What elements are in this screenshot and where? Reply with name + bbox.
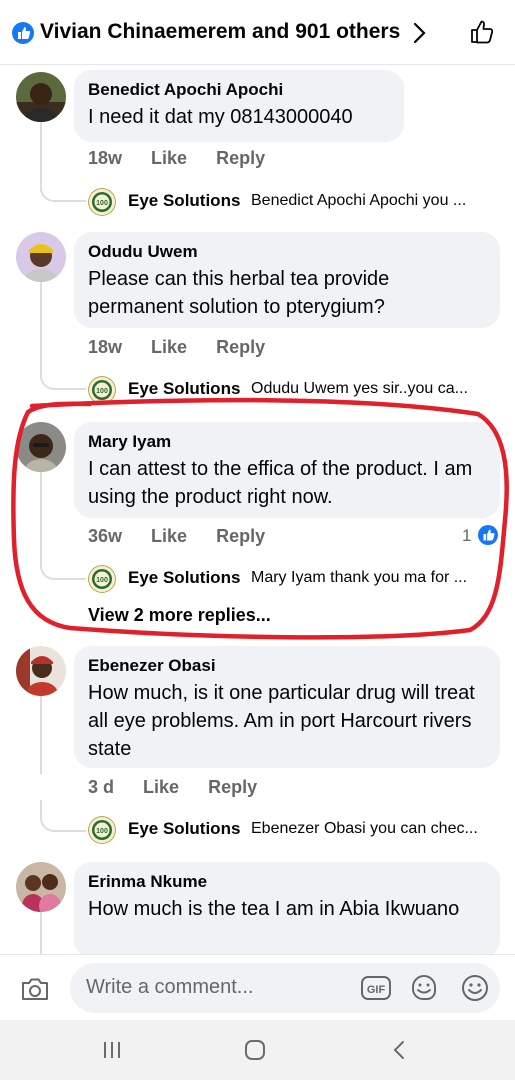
gif-icon[interactable]: GIF: [360, 973, 392, 1003]
eye-solutions-logo: 100: [88, 188, 116, 216]
comment-text: Please can this herbal tea provide perma…: [88, 268, 390, 318]
reply-author[interactable]: Eye Solutions: [128, 568, 240, 588]
comment-time: 3 d: [88, 777, 115, 797]
reply-preview[interactable]: 100 Eye Solutions Benedict Apochi Apochi…: [88, 188, 498, 216]
like-button[interactable]: Like: [151, 337, 187, 357]
avatar-photo: [16, 72, 66, 122]
reply-preview[interactable]: 100 Eye Solutions Odudu Uwem yes sir..yo…: [88, 376, 498, 404]
comment-composer: Write a comment... GIF: [0, 954, 515, 1021]
like-button[interactable]: Like: [143, 777, 179, 797]
comment-time: 18w: [88, 337, 123, 357]
reply-button[interactable]: Reply: [216, 148, 265, 168]
comment-author[interactable]: Mary Iyam: [88, 432, 486, 452]
comment-time: 18w: [88, 148, 123, 168]
thread-line: [40, 472, 42, 552]
comment-time: 36w: [88, 526, 123, 546]
avatar-photo: [16, 422, 66, 472]
recent-apps-icon[interactable]: [100, 1038, 124, 1062]
svg-text:100: 100: [96, 828, 108, 835]
comment-actions: 18w Like Reply: [88, 148, 289, 169]
reply-connector: [40, 170, 86, 202]
comment-placeholder: Write a comment...: [86, 976, 254, 998]
reactions-header[interactable]: Vivian Chinaemerem and 901 others: [0, 0, 515, 65]
svg-text:GIF: GIF: [367, 984, 386, 996]
reply-button[interactable]: Reply: [216, 526, 265, 546]
avatar[interactable]: [16, 862, 66, 912]
like-button[interactable]: Like: [151, 526, 187, 546]
comment-text: I can attest to the effica of the produc…: [88, 458, 473, 508]
back-icon[interactable]: [388, 1038, 412, 1062]
comment-actions: 18w Like Reply: [88, 337, 289, 358]
comment-actions: 3 d Like Reply: [88, 777, 281, 798]
reply-snippet: Mary Iyam thank you ma for ...: [251, 569, 468, 586]
avatar[interactable]: [16, 422, 66, 472]
home-icon[interactable]: [243, 1038, 267, 1062]
reply-button[interactable]: Reply: [216, 337, 265, 357]
reply-connector: [40, 358, 86, 390]
reply-connector: [40, 800, 86, 832]
comment-input[interactable]: Write a comment... GIF: [70, 963, 500, 1013]
thread-line: [40, 282, 42, 362]
avatar-photo: [16, 232, 66, 282]
reply-connector: [40, 548, 86, 580]
avatar-photo: [16, 646, 66, 696]
comment-bubble[interactable]: Odudu Uwem Please can this herbal tea pr…: [74, 232, 500, 328]
reactors-summary[interactable]: Vivian Chinaemerem and 901 others: [40, 20, 400, 44]
reply-preview[interactable]: 100 Eye Solutions Mary Iyam thank you ma…: [88, 565, 498, 593]
thread-line: [40, 912, 42, 956]
svg-text:100: 100: [96, 388, 108, 395]
reply-author[interactable]: Eye Solutions: [128, 379, 240, 399]
eye-solutions-logo: 100: [88, 565, 116, 593]
reply-preview[interactable]: 100 Eye Solutions Ebenezer Obasi you can…: [88, 816, 498, 844]
eye-solutions-logo: 100: [88, 376, 116, 404]
comment-actions: 36w Like Reply: [88, 526, 289, 547]
system-navigation-bar: [0, 1020, 515, 1080]
comment-author[interactable]: Erinma Nkume: [88, 872, 486, 892]
comment-author[interactable]: Ebenezer Obasi: [88, 656, 486, 676]
comment-text: How much is the tea I am in Abia Ikwuano: [88, 898, 460, 920]
sticker-icon[interactable]: [409, 973, 439, 1003]
reply-author[interactable]: Eye Solutions: [128, 191, 240, 211]
view-more-replies-link[interactable]: View 2 more replies...: [88, 605, 271, 626]
avatar[interactable]: [16, 72, 66, 122]
svg-text:100: 100: [96, 577, 108, 584]
reply-snippet: Odudu Uwem yes sir..you ca...: [251, 380, 468, 397]
avatar-photo: [16, 862, 66, 912]
reply-button[interactable]: Reply: [208, 777, 257, 797]
like-count[interactable]: 1: [462, 526, 471, 546]
reply-snippet: Benedict Apochi Apochi you ...: [251, 192, 467, 209]
comment-bubble[interactable]: Erinma Nkume How much is the tea I am in…: [74, 862, 500, 958]
comment-text: I need it dat my 08143000040: [88, 106, 353, 128]
camera-icon[interactable]: [20, 975, 50, 1003]
svg-text:100: 100: [96, 200, 108, 207]
emoji-icon[interactable]: [460, 973, 490, 1003]
reply-snippet: Ebenezer Obasi you can chec...: [251, 820, 478, 837]
comment-author[interactable]: Benedict Apochi Apochi: [88, 80, 390, 100]
thumbs-up-outline-icon[interactable]: [468, 18, 496, 46]
avatar[interactable]: [16, 232, 66, 282]
like-reaction-icon: [12, 22, 34, 44]
reply-author[interactable]: Eye Solutions: [128, 819, 240, 839]
thread-line: [40, 694, 42, 774]
comment-author[interactable]: Odudu Uwem: [88, 242, 486, 262]
comment-text: How much, is it one particular drug will…: [88, 682, 475, 760]
comment-bubble[interactable]: Benedict Apochi Apochi I need it dat my …: [74, 70, 404, 142]
comment-bubble[interactable]: Ebenezer Obasi How much, is it one parti…: [74, 646, 500, 768]
eye-solutions-logo: 100: [88, 816, 116, 844]
like-button[interactable]: Like: [151, 148, 187, 168]
chevron-right-icon[interactable]: [410, 20, 428, 46]
comment-bubble[interactable]: Mary Iyam I can attest to the effica of …: [74, 422, 500, 518]
avatar[interactable]: [16, 646, 66, 696]
like-reaction-icon: [478, 525, 498, 545]
